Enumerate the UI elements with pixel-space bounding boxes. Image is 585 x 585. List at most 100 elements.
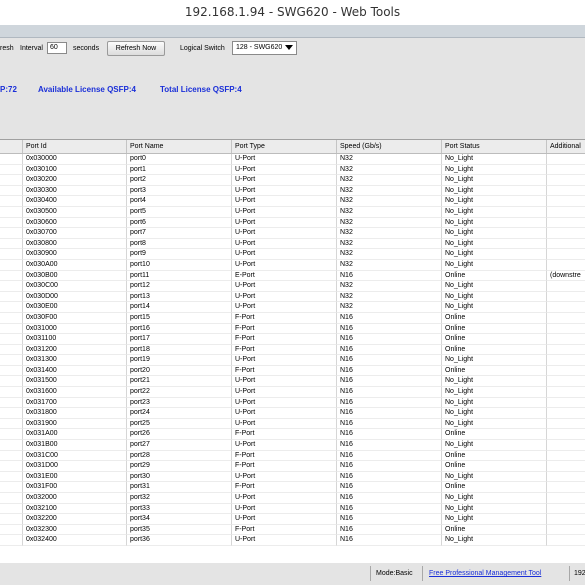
- table-cell-port-id: 0x031F00: [23, 482, 127, 493]
- table-cell-port-id: 0x031400: [23, 365, 127, 377]
- table-cell-blank: [0, 228, 23, 239]
- table-cell-port-id: 0x030F00: [23, 312, 127, 324]
- ports-table: Port Id Port Name Port Type Speed (Gb/s)…: [0, 139, 585, 564]
- professional-tool-link[interactable]: Free Professional Management Tool: [429, 568, 541, 580]
- table-cell-speed: N16: [337, 355, 442, 366]
- table-row[interactable]: 0x032200 port34 U-Port N16 No_Light: [0, 514, 585, 525]
- column-header-port-status[interactable]: Port Status: [442, 140, 547, 153]
- table-cell-blank: [0, 450, 23, 462]
- table-cell-port-type: U-Port: [232, 291, 337, 303]
- table-row[interactable]: 0x031600 port22 U-Port N16 No_Light: [0, 387, 585, 398]
- table-row[interactable]: 0x031300 port19 U-Port N16 No_Light: [0, 355, 585, 366]
- table-row[interactable]: 0x031A00 port26 F-Port N16 Online: [0, 429, 585, 441]
- table-row[interactable]: 0x030800 port8 U-Port N32 No_Light: [0, 238, 585, 250]
- table-row[interactable]: 0x032100 port33 U-Port N16 No_Light: [0, 503, 585, 515]
- table-row[interactable]: 0x030700 port7 U-Port N32 No_Light: [0, 228, 585, 239]
- column-header-additional[interactable]: Additional: [547, 140, 585, 153]
- license-partial-label: P:72: [0, 85, 17, 94]
- interval-input[interactable]: 60: [47, 42, 67, 54]
- table-row[interactable]: 0x031B00 port27 U-Port N16 No_Light: [0, 440, 585, 451]
- column-header-port-type[interactable]: Port Type: [232, 140, 337, 153]
- table-row[interactable]: 0x030600 port6 U-Port N32 No_Light: [0, 217, 585, 229]
- table-cell-port-id: 0x031200: [23, 344, 127, 356]
- table-cell-port-type: U-Port: [232, 249, 337, 260]
- table-row[interactable]: 0x031800 port24 U-Port N16 No_Light: [0, 408, 585, 419]
- table-cell-port-id: 0x030A00: [23, 259, 127, 271]
- table-row[interactable]: 0x030F00 port15 F-Port N16 Online: [0, 312, 585, 324]
- table-cell-port-status: Online: [442, 365, 547, 377]
- table-row[interactable]: 0x030000 port0 U-Port N32 No_Light: [0, 154, 585, 165]
- table-row[interactable]: 0x031F00 port31 F-Port N16 Online: [0, 482, 585, 493]
- table-cell-port-type: F-Port: [232, 524, 337, 536]
- table-cell-additional: [547, 165, 585, 176]
- title-stripe: [0, 25, 585, 38]
- table-row[interactable]: 0x030900 port9 U-Port N32 No_Light: [0, 249, 585, 260]
- table-row[interactable]: 0x032400 port36 U-Port N16 No_Light: [0, 535, 585, 546]
- table-cell-port-name: port31: [127, 482, 232, 493]
- table-row[interactable]: 0x031100 port17 F-Port N16 Online: [0, 334, 585, 345]
- table-cell-port-status: No_Light: [442, 206, 547, 218]
- table-cell-additional: (downstre: [547, 271, 585, 282]
- table-cell-speed: N16: [337, 493, 442, 504]
- table-cell-blank: [0, 185, 23, 197]
- table-row[interactable]: 0x031D00 port29 F-Port N16 Online: [0, 461, 585, 472]
- table-cell-port-type: U-Port: [232, 259, 337, 271]
- table-cell-blank: [0, 535, 23, 546]
- table-row[interactable]: 0x030A00 port10 U-Port N32 No_Light: [0, 259, 585, 271]
- table-cell-port-id: 0x032200: [23, 514, 127, 525]
- table-row[interactable]: 0x032300 port35 F-Port N16 Online: [0, 524, 585, 536]
- table-cell-port-status: No_Light: [442, 535, 547, 546]
- table-cell-additional: [547, 334, 585, 345]
- table-cell-port-type: U-Port: [232, 175, 337, 186]
- table-cell-speed: N16: [337, 450, 442, 462]
- table-cell-port-type: U-Port: [232, 238, 337, 250]
- table-cell-port-status: No_Light: [442, 387, 547, 398]
- logical-switch-select[interactable]: 128 - SWG620: [232, 41, 297, 55]
- table-cell-port-type: U-Port: [232, 206, 337, 218]
- table-row[interactable]: 0x031900 port25 U-Port N16 No_Light: [0, 418, 585, 430]
- table-row[interactable]: 0x031500 port21 U-Port N16 No_Light: [0, 376, 585, 388]
- table-cell-additional: [547, 281, 585, 292]
- table-row[interactable]: 0x032000 port32 U-Port N16 No_Light: [0, 493, 585, 504]
- table-row[interactable]: 0x031000 port16 F-Port N16 Online: [0, 323, 585, 335]
- table-row[interactable]: 0x030400 port4 U-Port N32 No_Light: [0, 196, 585, 207]
- table-row[interactable]: 0x030100 port1 U-Port N32 No_Light: [0, 164, 585, 176]
- table-cell-blank: [0, 196, 23, 207]
- column-header[interactable]: [0, 140, 23, 153]
- table-cell-port-type: F-Port: [232, 461, 337, 472]
- table-row[interactable]: 0x031200 port18 F-Port N16 Online: [0, 344, 585, 356]
- table-row[interactable]: 0x031400 port20 F-Port N16 Online: [0, 365, 585, 377]
- column-header-port-id[interactable]: Port Id: [23, 140, 127, 153]
- table-cell-blank: [0, 217, 23, 229]
- table-cell-port-id: 0x031C00: [23, 450, 127, 462]
- table-cell-port-name: port30: [127, 471, 232, 483]
- table-cell-blank: [0, 164, 23, 176]
- column-header-speed[interactable]: Speed (Gb/s): [337, 140, 442, 153]
- table-row[interactable]: 0x030E00 port14 U-Port N32 No_Light: [0, 302, 585, 313]
- table-row[interactable]: 0x030300 port3 U-Port N32 No_Light: [0, 185, 585, 197]
- table-cell-port-id: 0x030300: [23, 185, 127, 197]
- table-cell-additional: [547, 504, 585, 515]
- table-cell-speed: N16: [337, 471, 442, 483]
- table-row[interactable]: 0x030200 port2 U-Port N32 No_Light: [0, 175, 585, 186]
- table-row[interactable]: 0x031700 port23 U-Port N16 No_Light: [0, 397, 585, 409]
- table-cell-blank: [0, 154, 23, 165]
- table-row[interactable]: 0x030D00 port13 U-Port N32 No_Light: [0, 291, 585, 303]
- table-cell-port-type: U-Port: [232, 281, 337, 292]
- license-bar: P:72 Available License QSFP:4 Total Lice…: [0, 62, 585, 120]
- table-cell-port-id: 0x031900: [23, 418, 127, 430]
- refresh-now-button[interactable]: Refresh Now: [107, 41, 165, 56]
- table-cell-blank: [0, 270, 23, 282]
- table-cell-speed: N32: [337, 249, 442, 260]
- table-cell-speed: N32: [337, 228, 442, 239]
- table-cell-speed: N16: [337, 365, 442, 377]
- table-row[interactable]: 0x030C00 port12 U-Port N32 No_Light: [0, 281, 585, 292]
- column-header-port-name[interactable]: Port Name: [127, 140, 232, 153]
- table-row[interactable]: 0x030500 port5 U-Port N32 No_Light: [0, 206, 585, 218]
- table-row[interactable]: 0x031C00 port28 F-Port N16 Online: [0, 450, 585, 462]
- ip-label: 192.168: [574, 570, 585, 577]
- table-row[interactable]: 0x030B00 port11 E-Port N16 Online (downstre: [0, 270, 585, 282]
- table-cell-port-id: 0x030000: [23, 154, 127, 165]
- table-row[interactable]: 0x031E00 port30 U-Port N16 No_Light: [0, 471, 585, 483]
- table-cell-port-name: port2: [127, 175, 232, 186]
